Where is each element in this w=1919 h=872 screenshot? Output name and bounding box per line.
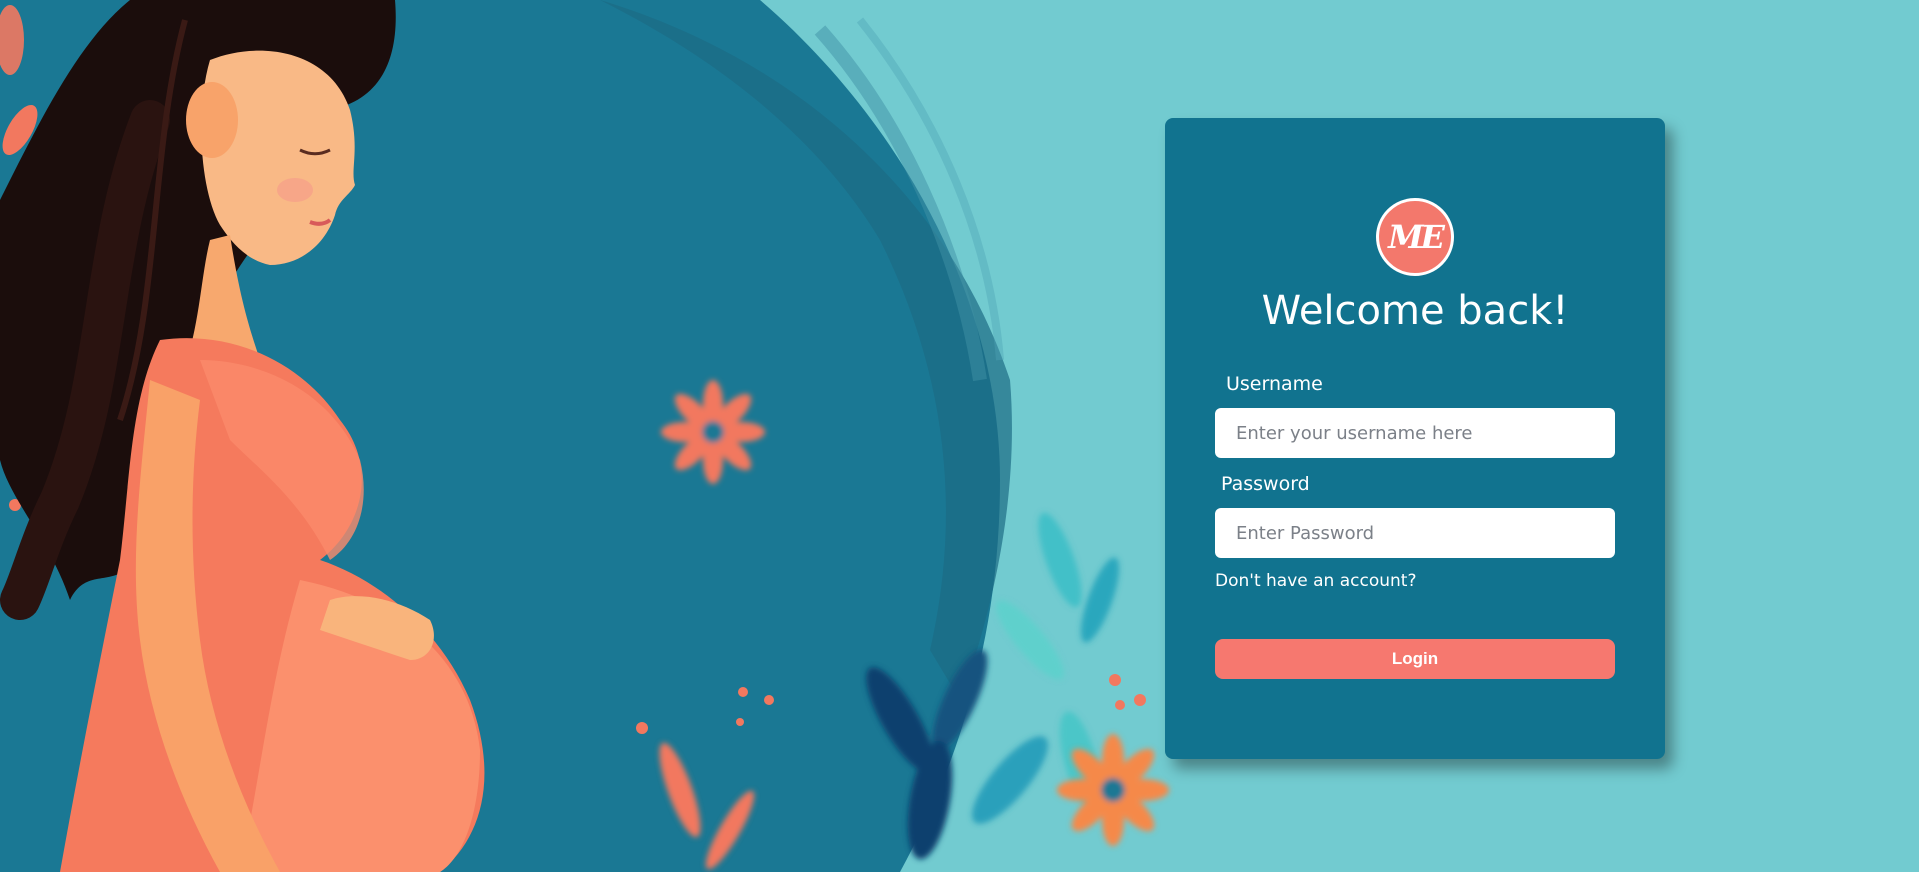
- password-label: Password: [1221, 473, 1310, 495]
- password-input[interactable]: [1215, 508, 1615, 558]
- pregnant-woman-illustration: [0, 0, 1169, 872]
- page-title: Welcome back!: [1261, 288, 1569, 334]
- login-button[interactable]: Login: [1215, 639, 1615, 679]
- username-label: Username: [1226, 373, 1323, 395]
- signup-link[interactable]: Don't have an account?: [1215, 571, 1416, 591]
- username-input[interactable]: [1215, 408, 1615, 458]
- login-page: ME Welcome back! Username Password Don't…: [0, 0, 1919, 872]
- brand-logo: ME: [1376, 198, 1454, 276]
- login-card: ME Welcome back! Username Password Don't…: [1165, 118, 1665, 759]
